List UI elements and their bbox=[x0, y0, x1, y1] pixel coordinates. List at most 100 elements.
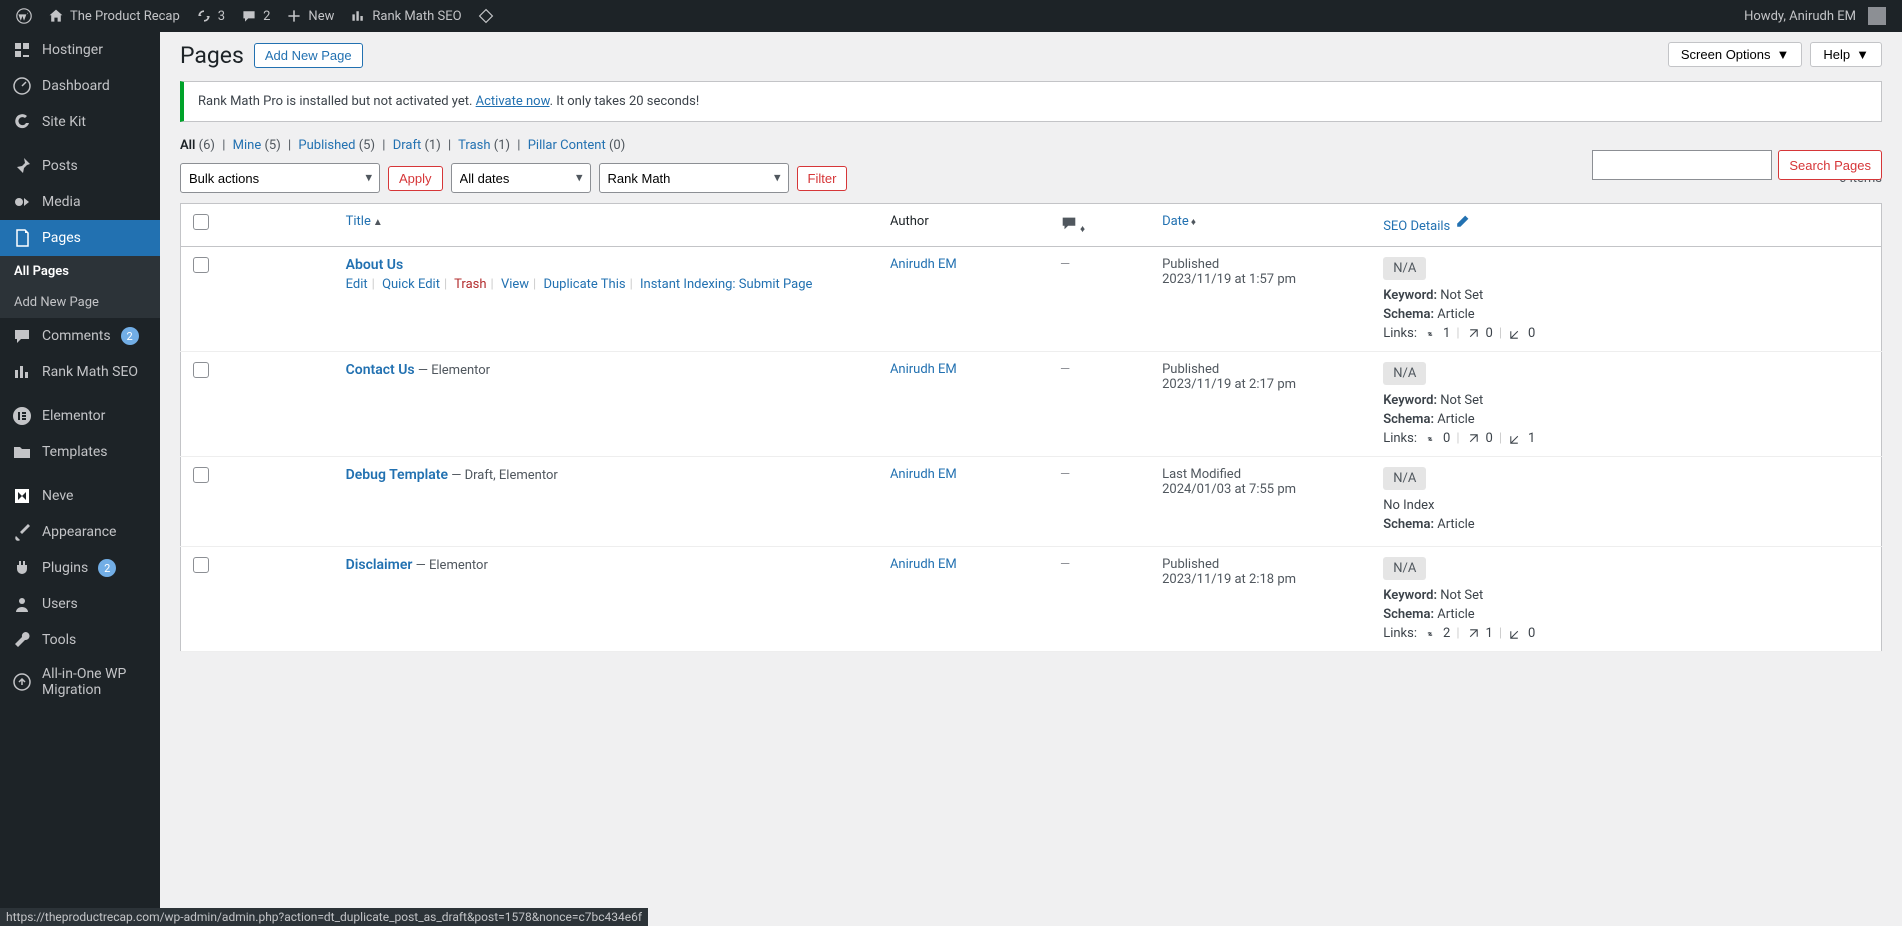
col-seo[interactable]: SEO Details bbox=[1371, 204, 1881, 247]
filter-draft[interactable]: Draft bbox=[393, 138, 422, 153]
sidebar-item-appearance[interactable]: Appearance bbox=[0, 514, 160, 550]
submenu-all-pages[interactable]: All Pages bbox=[0, 256, 160, 287]
new-label: New bbox=[308, 9, 334, 24]
sidebar-item-media[interactable]: Media bbox=[0, 184, 160, 220]
wp-logo[interactable] bbox=[8, 0, 40, 32]
chart-icon bbox=[12, 362, 32, 382]
pencil-icon bbox=[1454, 214, 1470, 230]
action-view[interactable]: View bbox=[501, 277, 529, 292]
sidebar-label: Media bbox=[42, 194, 81, 210]
count: (5) bbox=[264, 138, 280, 153]
sidebar-label: Plugins bbox=[42, 560, 88, 576]
row-checkbox[interactable] bbox=[193, 362, 209, 378]
wrench-icon bbox=[12, 630, 32, 650]
row-title-link[interactable]: About Us bbox=[346, 257, 404, 273]
screen-options-button[interactable]: Screen Options ▼ bbox=[1668, 42, 1802, 67]
filter-pillar[interactable]: Pillar Content bbox=[528, 138, 606, 153]
apply-button[interactable]: Apply bbox=[388, 166, 443, 191]
table-row: Debug Template — Draft, ElementorAnirudh… bbox=[181, 457, 1882, 547]
howdy-text: Howdy, Anirudh EM bbox=[1744, 9, 1856, 24]
sidebar-item-dashboard[interactable]: Dashboard bbox=[0, 68, 160, 104]
status-url: https://theproductrecap.com/wp-admin/adm… bbox=[0, 908, 648, 926]
notice-link[interactable]: Activate now bbox=[476, 94, 550, 109]
sidebar-item-posts[interactable]: Posts bbox=[0, 148, 160, 184]
sidebar-label: Tools bbox=[42, 632, 76, 648]
filter-trash[interactable]: Trash bbox=[458, 138, 490, 153]
search-input[interactable] bbox=[1592, 150, 1772, 180]
row-checkbox[interactable] bbox=[193, 557, 209, 573]
sidebar-item-tools[interactable]: Tools bbox=[0, 622, 160, 658]
seo-schema: Schema: Article bbox=[1383, 607, 1869, 622]
dates-select[interactable]: All dates bbox=[451, 163, 591, 193]
rankmath-label: Rank Math SEO bbox=[372, 9, 461, 24]
sidebar-item-migration[interactable]: All-in-One WP Migration bbox=[0, 658, 160, 706]
seo-links: Links: 1 | 0 | 0 bbox=[1383, 326, 1869, 341]
action-instant-index[interactable]: Instant Indexing: Submit Page bbox=[640, 277, 812, 292]
sidebar-item-templates[interactable]: Templates bbox=[0, 434, 160, 470]
col-title[interactable]: Title▲ bbox=[334, 204, 878, 247]
help-button[interactable]: Help ▼ bbox=[1810, 42, 1882, 67]
sidebar-item-neve[interactable]: Neve bbox=[0, 478, 160, 514]
row-checkbox[interactable] bbox=[193, 257, 209, 273]
admin-sidebar: Hostinger Dashboard Site Kit Posts Media… bbox=[0, 32, 160, 926]
sidebar-label: Appearance bbox=[42, 524, 116, 540]
author-link[interactable]: Anirudh EM bbox=[890, 557, 957, 572]
neve-icon bbox=[12, 486, 32, 506]
row-checkbox[interactable] bbox=[193, 467, 209, 483]
filter-published[interactable]: Published bbox=[298, 138, 355, 153]
sidebar-label: Pages bbox=[42, 230, 81, 246]
new-link[interactable]: New bbox=[278, 0, 342, 32]
filter-mine[interactable]: Mine bbox=[233, 138, 262, 153]
sidebar-item-plugins[interactable]: Plugins 2 bbox=[0, 550, 160, 586]
avatar bbox=[1868, 7, 1886, 25]
action-quick-edit[interactable]: Quick Edit bbox=[382, 277, 440, 292]
badge: 2 bbox=[98, 559, 116, 577]
rankmath-bar-link[interactable]: Rank Math SEO bbox=[342, 0, 469, 32]
action-trash[interactable]: Trash bbox=[454, 277, 486, 292]
sidebar-item-hostinger[interactable]: Hostinger bbox=[0, 32, 160, 68]
select-all-checkbox[interactable] bbox=[193, 214, 209, 230]
diamond-link[interactable] bbox=[470, 0, 502, 32]
sidebar-label: Site Kit bbox=[42, 114, 86, 130]
action-duplicate[interactable]: Duplicate This bbox=[543, 277, 625, 292]
sidebar-item-elementor[interactable]: Elementor bbox=[0, 398, 160, 434]
wordpress-icon bbox=[16, 8, 32, 24]
updates-link[interactable]: 3 bbox=[188, 0, 233, 32]
sidebar-label: Comments bbox=[42, 328, 111, 344]
sidebar-item-sitekit[interactable]: Site Kit bbox=[0, 104, 160, 140]
sidebar-item-rankmath[interactable]: Rank Math SEO bbox=[0, 354, 160, 390]
link-icon bbox=[1423, 627, 1437, 641]
author-link[interactable]: Anirudh EM bbox=[890, 362, 957, 377]
seo-badge: N/A bbox=[1383, 257, 1426, 280]
sidebar-item-users[interactable]: Users bbox=[0, 586, 160, 622]
col-comments[interactable]: ♦ bbox=[1048, 204, 1150, 247]
author-link[interactable]: Anirudh EM bbox=[890, 257, 957, 272]
submenu-add-new[interactable]: Add New Page bbox=[0, 287, 160, 318]
comments-link[interactable]: 2 bbox=[233, 0, 278, 32]
col-date[interactable]: Date♦ bbox=[1150, 204, 1371, 247]
sidebar-item-comments[interactable]: Comments2 bbox=[0, 318, 160, 354]
seo-keyword: Keyword: Not Set bbox=[1383, 288, 1869, 303]
count: (1) bbox=[494, 138, 510, 153]
site-name-link[interactable]: The Product Recap bbox=[40, 0, 188, 32]
row-title-link[interactable]: Debug Template bbox=[346, 467, 448, 483]
search-button[interactable]: Search Pages bbox=[1778, 150, 1882, 180]
row-title-link[interactable]: Disclaimer bbox=[346, 557, 413, 573]
sidebar-item-pages[interactable]: Pages bbox=[0, 220, 160, 256]
table-row: About Us Edit| Quick Edit| Trash| View| … bbox=[181, 247, 1882, 352]
author-link[interactable]: Anirudh EM bbox=[890, 467, 957, 482]
sidebar-label: All-in-One WP Migration bbox=[42, 666, 148, 698]
comments-dash: — bbox=[1060, 362, 1070, 377]
table-row: Disclaimer — ElementorAnirudh EM—Publish… bbox=[181, 547, 1882, 652]
filter-all[interactable]: All bbox=[180, 138, 195, 153]
action-edit[interactable]: Edit bbox=[346, 277, 368, 292]
media-icon bbox=[12, 192, 32, 212]
howdy-link[interactable]: Howdy, Anirudh EM bbox=[1736, 0, 1894, 32]
plug-icon bbox=[12, 558, 32, 578]
sidebar-label: Posts bbox=[42, 158, 78, 174]
rankmath-select[interactable]: Rank Math bbox=[599, 163, 789, 193]
row-title-link[interactable]: Contact Us bbox=[346, 362, 415, 378]
bulk-actions-select[interactable]: Bulk actions bbox=[180, 163, 380, 193]
filter-button[interactable]: Filter bbox=[797, 166, 848, 191]
add-new-page-button[interactable]: Add New Page bbox=[254, 43, 363, 68]
